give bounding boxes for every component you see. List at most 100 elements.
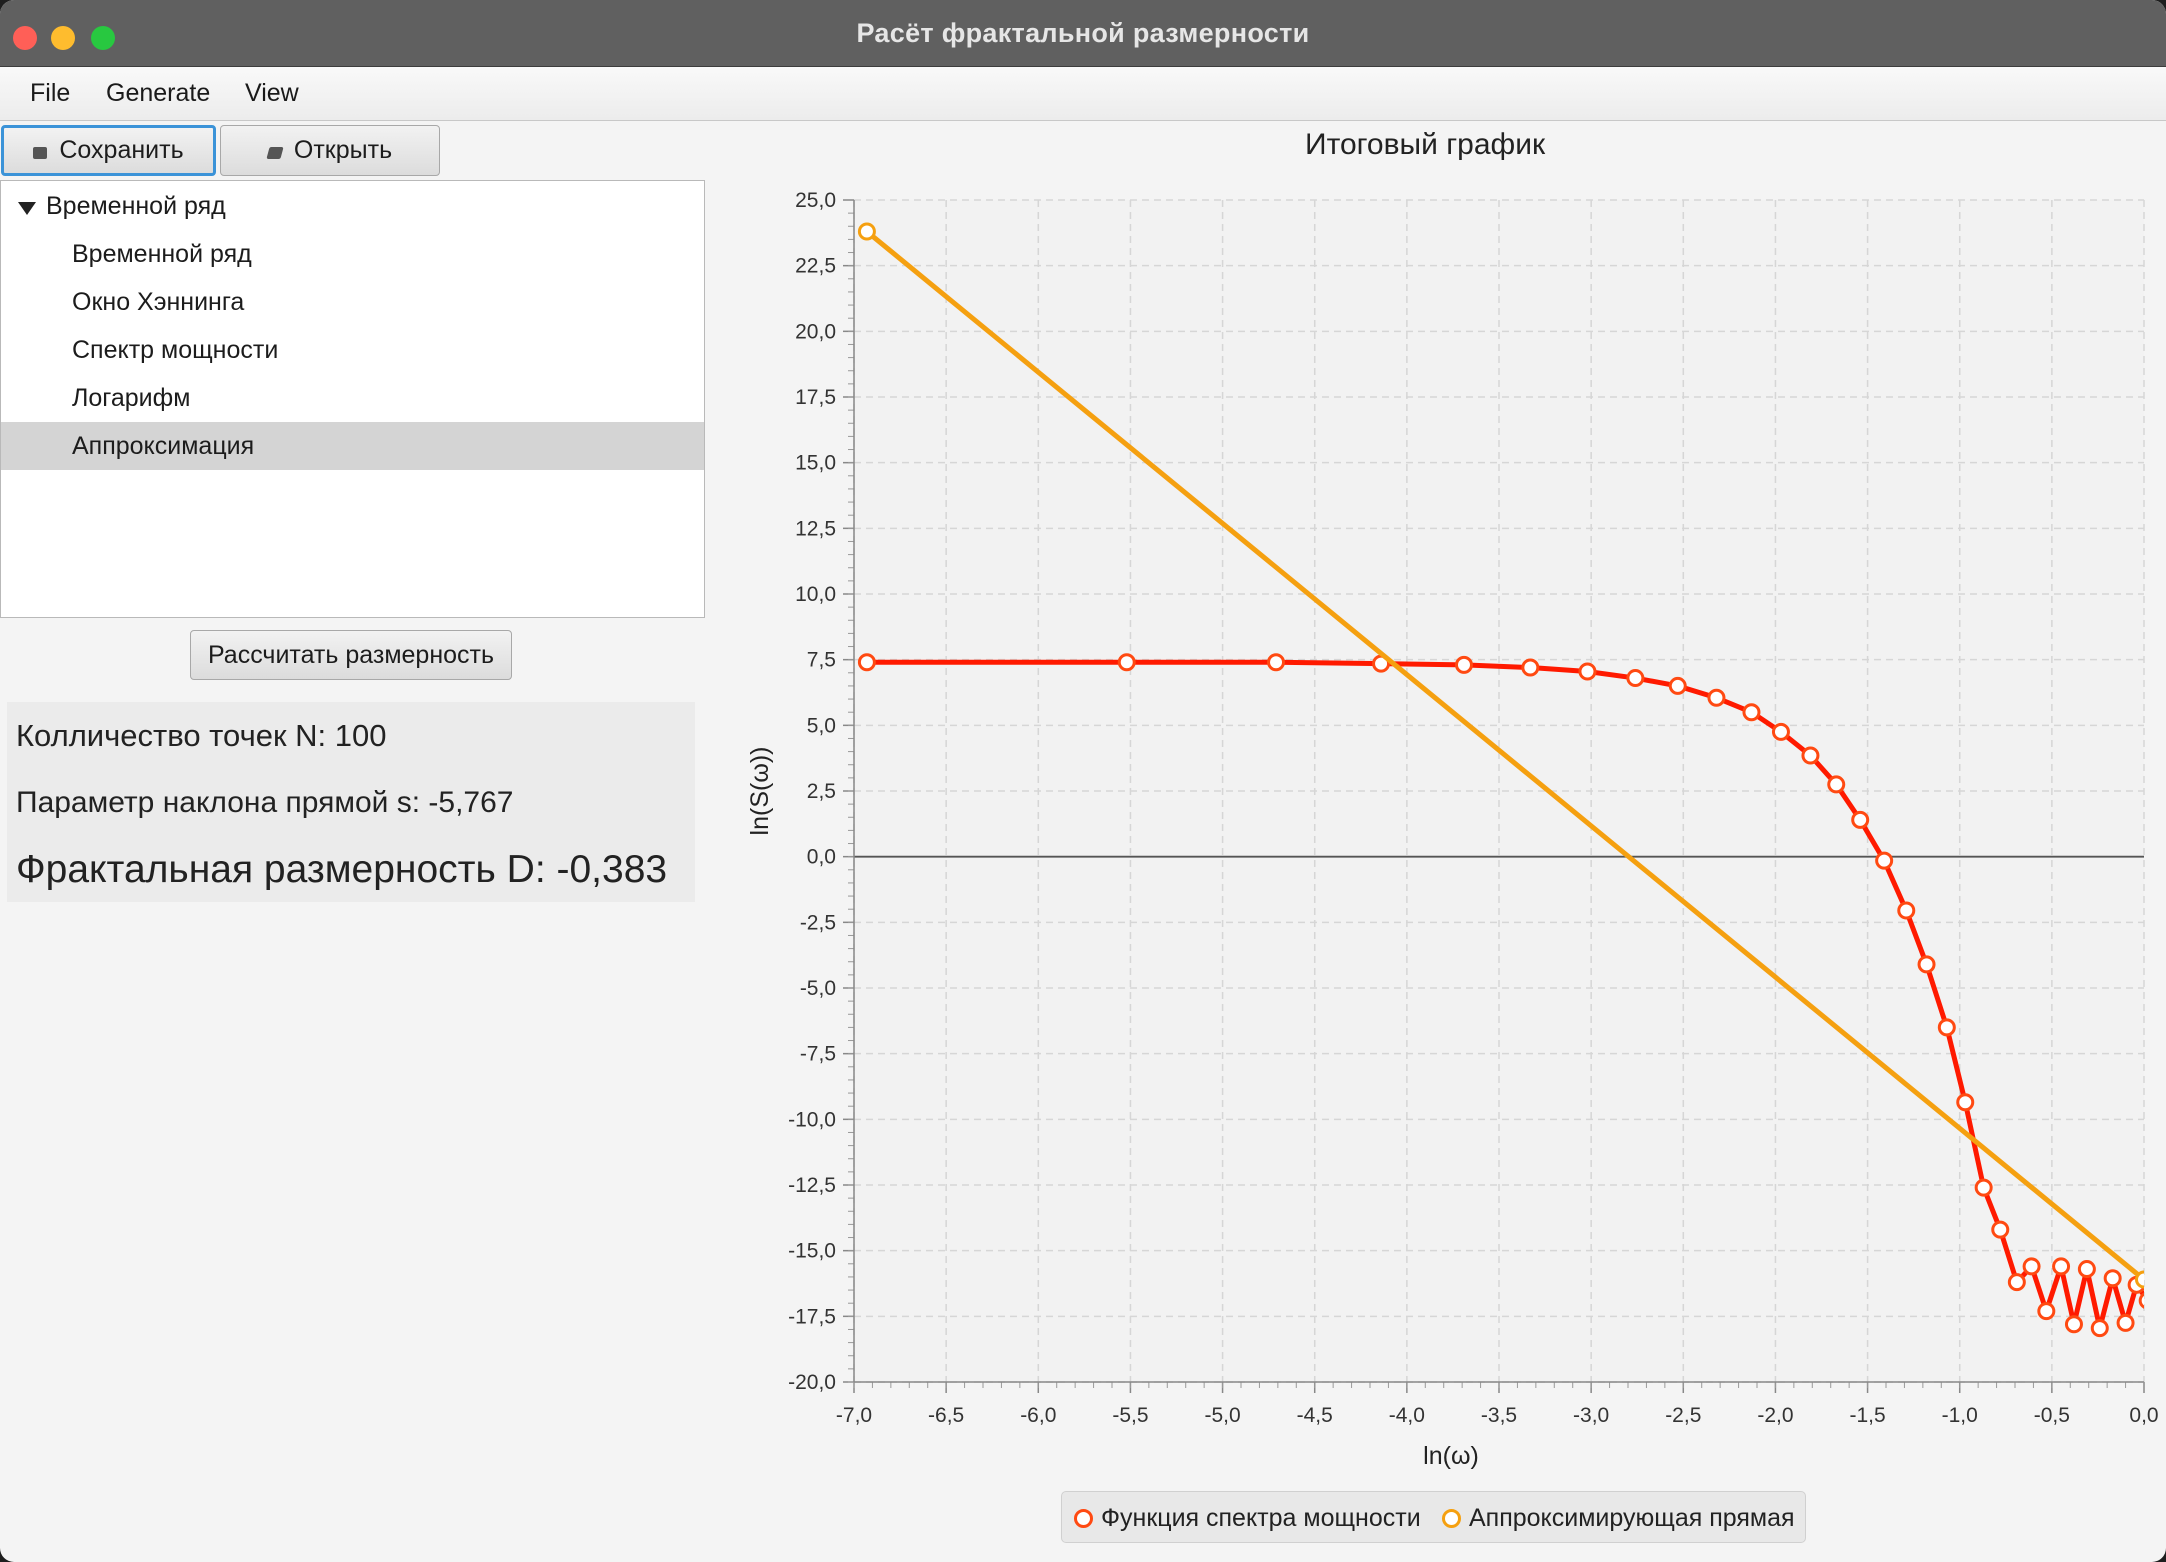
- data-point-spectrum: [1668, 676, 1687, 695]
- tree-item-logarithm[interactable]: Логарифм: [1, 374, 704, 422]
- menu-bar: File Generate View: [0, 67, 2166, 121]
- y-axis-label: ln(S(ω)): [746, 747, 774, 836]
- x-tick-label: -1,0: [1942, 1404, 1978, 1427]
- data-point-spectrum: [1267, 653, 1286, 672]
- data-point-spectrum: [1917, 955, 1936, 974]
- data-point-spectrum: [1707, 688, 1726, 707]
- x-tick-label: -2,5: [1665, 1404, 1701, 1427]
- fractal-dimension-text: Фрактальная размерность D: -0,383: [16, 848, 668, 891]
- calculate-dimension-button[interactable]: Рассчитать размерность: [190, 630, 512, 680]
- y-tick-label: -15,0: [788, 1240, 836, 1263]
- y-tick-label: 25,0: [795, 189, 836, 212]
- tree-item-power-spectrum[interactable]: Спектр мощности: [1, 326, 704, 374]
- data-point-approximation: [2135, 1270, 2144, 1289]
- menu-view[interactable]: View: [245, 79, 299, 108]
- result-chart: -7,0 -6,5 -6,0 -5,5 -5,0 -4,5 -4,0 -3,5 -3,0 -2,5…: [746, 189, 2166, 1470]
- x-tick-label: -2,0: [1757, 1404, 1793, 1427]
- chart-legend: Функция спектра мощности Аппроксимирующа…: [1061, 1491, 1806, 1543]
- chart-title: Итоговый график: [1305, 128, 1546, 161]
- data-point-spectrum: [1521, 658, 1540, 677]
- y-tick-label: 2,5: [807, 780, 836, 803]
- x-tick-label: 0,0: [2129, 1404, 2158, 1427]
- tree-item-label: Временной ряд: [72, 240, 252, 268]
- data-point-spectrum: [1771, 722, 1790, 741]
- tree-item-time-series[interactable]: Временной ряд: [1, 230, 704, 278]
- data-point-spectrum: [2007, 1273, 2026, 1292]
- x-tick-label: -5,0: [1204, 1404, 1240, 1427]
- tree-root-label: Временной ряд: [46, 192, 226, 220]
- data-point-spectrum: [1801, 746, 1820, 765]
- legend-marker-spectrum: [1074, 1509, 1093, 1528]
- tree-item-label: Аппроксимация: [72, 432, 255, 460]
- y-tick-label: 10,0: [795, 583, 836, 606]
- data-point-spectrum: [2162, 1281, 2166, 1296]
- data-point-spectrum: [2064, 1315, 2083, 1334]
- app-window: Расёт фрактальной размерности File Gener…: [0, 0, 2166, 1562]
- x-tick-label: -3,5: [1481, 1404, 1517, 1427]
- x-tick-label: -4,0: [1389, 1404, 1425, 1427]
- y-tick-label: -10,0: [788, 1108, 836, 1131]
- y-tick-label: -17,5: [788, 1305, 836, 1328]
- y-tick-label: 7,5: [807, 649, 836, 672]
- title-bar[interactable]: Расёт фрактальной размерности: [0, 0, 2166, 67]
- data-point-spectrum: [2103, 1269, 2122, 1288]
- tree-view[interactable]: Временной ряд Временной ряд Окно Хэннинг…: [0, 180, 705, 618]
- tree-item-label: Спектр мощности: [72, 336, 279, 364]
- data-point-spectrum: [2037, 1302, 2056, 1321]
- tree-item-label: Окно Хэннинга: [72, 288, 245, 316]
- data-point-spectrum: [1897, 901, 1916, 920]
- y-tick-label: -2,5: [800, 911, 836, 934]
- x-tick-label: -1,5: [1849, 1404, 1885, 1427]
- data-point-spectrum: [1454, 655, 1473, 674]
- data-point-spectrum: [1974, 1178, 1993, 1197]
- y-tick-label: 15,0: [795, 452, 836, 475]
- menu-generate[interactable]: Generate: [106, 79, 210, 108]
- data-point-spectrum: [1578, 662, 1597, 681]
- y-tick-label: -20,0: [788, 1371, 836, 1394]
- data-point-spectrum: [857, 653, 876, 672]
- legend-label-approximation: Аппроксимирующая прямая: [1469, 1504, 1795, 1532]
- slope-parameter-text: Параметр наклона прямой s: -5,767: [16, 786, 514, 819]
- window-title: Расёт фрактальной размерности: [856, 18, 1310, 48]
- tree-root-row[interactable]: Временной ряд: [1, 182, 704, 230]
- x-tick-label: -5,5: [1112, 1404, 1148, 1427]
- open-button[interactable]: Открыть: [220, 125, 440, 176]
- data-point-spectrum: [1117, 653, 1136, 672]
- tree-item-label: Логарифм: [72, 384, 191, 412]
- data-point-spectrum: [1851, 810, 1870, 829]
- data-point-spectrum: [1991, 1220, 2010, 1239]
- expand-triangle-icon[interactable]: [18, 202, 36, 215]
- data-point-spectrum: [1937, 1018, 1956, 1037]
- data-point-spectrum: [2077, 1260, 2096, 1279]
- y-tick-label: -12,5: [788, 1174, 836, 1197]
- y-tick-label: 17,5: [795, 386, 836, 409]
- data-point-spectrum: [1742, 703, 1761, 722]
- open-button-label: Открыть: [293, 136, 393, 164]
- data-point-spectrum: [1956, 1093, 1975, 1112]
- data-point-spectrum: [1827, 775, 1846, 794]
- legend-marker-approximation: [1442, 1509, 1461, 1528]
- tree-item-approximation[interactable]: Аппроксимация: [1, 422, 704, 470]
- data-point-spectrum: [1626, 669, 1645, 688]
- data-point-spectrum: [2052, 1257, 2071, 1276]
- data-point-spectrum: [2022, 1257, 2041, 1276]
- x-tick-label: -6,5: [928, 1404, 964, 1427]
- data-point-spectrum: [1875, 851, 1894, 870]
- data-point-spectrum: [2151, 1275, 2166, 1290]
- data-point-approximation: [857, 222, 876, 241]
- y-tick-label: -7,5: [800, 1043, 836, 1066]
- x-tick-label: -6,0: [1020, 1404, 1056, 1427]
- folder-icon: [266, 146, 284, 159]
- data-point-spectrum: [2090, 1319, 2109, 1338]
- y-tick-label: 0,0: [807, 846, 836, 869]
- y-tick-label: 5,0: [807, 714, 836, 737]
- save-button-label: Сохранить: [59, 136, 184, 164]
- floppy-disk-icon: [33, 146, 48, 159]
- save-button[interactable]: Сохранить: [1, 125, 216, 176]
- menu-file[interactable]: File: [30, 79, 70, 108]
- y-tick-label: 12,5: [795, 517, 836, 540]
- y-tick-label: 22,5: [795, 255, 836, 278]
- data-point-spectrum: [2116, 1313, 2135, 1332]
- y-tick-label: 20,0: [795, 320, 836, 343]
- tree-item-hanning-window[interactable]: Окно Хэннинга: [1, 278, 704, 326]
